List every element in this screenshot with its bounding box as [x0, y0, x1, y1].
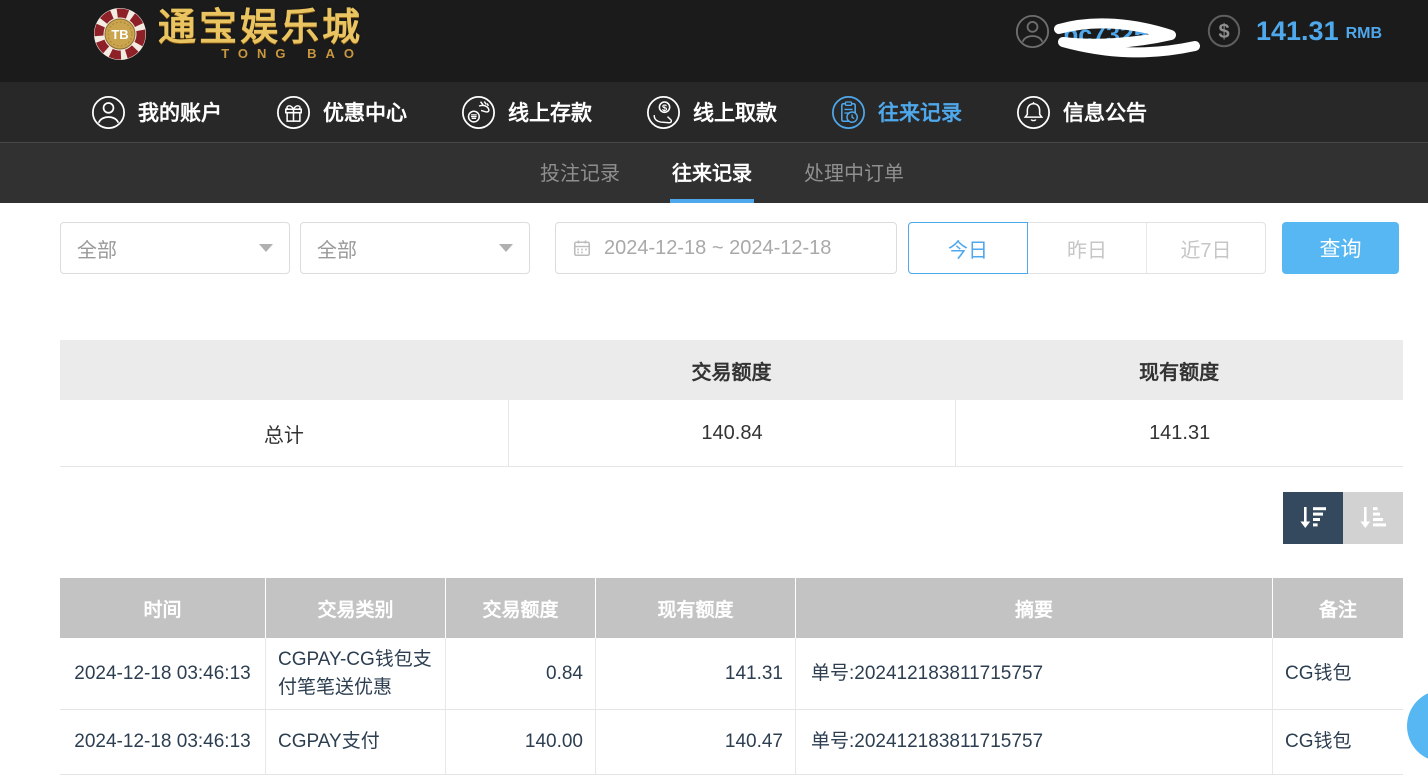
records-table-header: 时间 交易类别 交易额度 现有额度 摘要 备注 — [60, 578, 1403, 638]
table-row: 2024-12-18 03:46:13 CGPAY-CG钱包支付笔笔送优惠 0.… — [60, 638, 1403, 710]
summary-header-spacer — [60, 340, 508, 400]
category-select[interactable]: 全部 — [60, 222, 290, 274]
calendar-icon — [572, 238, 592, 258]
balance-currency: RMB — [1346, 25, 1382, 43]
balance-amount: 141.31 — [1256, 16, 1339, 47]
cell-type: CGPAY支付 — [265, 710, 445, 774]
subcategory-select[interactable]: 全部 — [300, 222, 530, 274]
nav-item-deposit[interactable]: 线上存款 — [460, 94, 592, 131]
summary-balance-total: 141.31 — [955, 400, 1403, 466]
cell-amount: 140.00 — [445, 710, 595, 774]
main-nav: 我的账户 优惠中心 线上存款 $ 线上取款 — [0, 82, 1428, 143]
nav-label: 线上取款 — [693, 97, 777, 127]
account-button[interactable]: bc7325 — [1014, 13, 1209, 65]
chevron-down-icon — [499, 244, 513, 252]
nav-item-withdraw[interactable]: $ 线上取款 — [645, 94, 777, 131]
site-logo[interactable]: TB 通宝娱乐城 TONG BAO — [92, 6, 363, 62]
nav-label: 信息公告 — [1063, 97, 1147, 127]
chip-monogram: TB — [111, 27, 128, 42]
summary-header-row: 交易额度 现有额度 — [60, 340, 1403, 400]
bell-icon — [1015, 94, 1052, 131]
chevron-down-icon — [259, 244, 273, 252]
cell-time: 2024-12-18 03:46:13 — [60, 710, 265, 774]
user-icon — [1014, 13, 1051, 50]
tab-pending-orders[interactable]: 处理中订单 — [802, 143, 906, 203]
balance-display: $ 141.31 RMB — [1206, 13, 1382, 49]
cell-balance: 141.31 — [595, 638, 795, 709]
summary-total-row: 总计 140.84 141.31 — [60, 400, 1403, 467]
summary-table: 交易额度 现有额度 总计 140.84 141.31 — [60, 340, 1403, 467]
records-icon — [830, 94, 867, 131]
content-area: 全部 全部 2024-12-18 ~ 2024-12-18 今日 昨日 近7日 … — [0, 203, 1428, 753]
tab-transaction-records[interactable]: 往来记录 — [670, 143, 754, 203]
cell-summary: 单号:202412183811715757 — [795, 638, 1272, 709]
quick-range-group: 今日 昨日 近7日 — [908, 222, 1266, 274]
tab-betting-records[interactable]: 投注记录 — [538, 143, 622, 203]
cell-amount: 0.84 — [445, 638, 595, 709]
svg-text:$: $ — [1218, 21, 1229, 43]
col-header-summary: 摘要 — [795, 578, 1272, 638]
cell-note: CG钱包 — [1272, 638, 1403, 709]
sort-descending-icon — [1296, 504, 1330, 532]
table-row: 2024-12-18 03:46:13 CGPAY支付 140.00 140.4… — [60, 710, 1403, 775]
gift-icon — [275, 94, 312, 131]
top-header: TB 通宝娱乐城 TONG BAO bc7325 $ 141.31 RMB — [0, 0, 1428, 82]
redaction-scribble — [1049, 11, 1209, 67]
nav-label: 线上存款 — [508, 97, 592, 127]
sort-controls — [1283, 492, 1403, 544]
user-icon — [90, 94, 127, 131]
summary-header-balance: 现有额度 — [955, 340, 1403, 400]
nav-item-my-account[interactable]: 我的账户 — [90, 94, 222, 131]
search-button[interactable]: 查询 — [1282, 222, 1399, 274]
yesterday-button[interactable]: 昨日 — [1028, 223, 1147, 273]
col-header-time: 时间 — [60, 578, 265, 638]
svg-text:$: $ — [662, 102, 668, 112]
col-header-balance: 现有额度 — [595, 578, 795, 638]
nav-label: 我的账户 — [138, 97, 222, 127]
cell-summary: 单号:202412183811715757 — [795, 710, 1272, 774]
site-title-latin: TONG BAO — [221, 46, 363, 61]
casino-chip-icon: TB — [92, 6, 148, 62]
summary-total-label: 总计 — [60, 400, 508, 466]
nav-label: 往来记录 — [878, 97, 962, 127]
cell-note: CG钱包 — [1272, 710, 1403, 774]
sort-ascending-icon — [1356, 504, 1390, 532]
record-subtabs: 投注记录 往来记录 处理中订单 — [0, 143, 1428, 203]
nav-item-transactions[interactable]: 往来记录 — [830, 94, 962, 131]
category-select-value: 全部 — [77, 234, 117, 263]
date-range-input[interactable]: 2024-12-18 ~ 2024-12-18 — [555, 222, 897, 274]
subcategory-select-value: 全部 — [317, 234, 357, 263]
cell-balance: 140.47 — [595, 710, 795, 774]
summary-transaction-total: 140.84 — [508, 400, 956, 466]
nav-item-promotions[interactable]: 优惠中心 — [275, 94, 407, 131]
summary-header-transaction: 交易额度 — [508, 340, 956, 400]
floating-service-button[interactable] — [1407, 690, 1428, 762]
nav-item-announcements[interactable]: 信息公告 — [1015, 94, 1147, 131]
col-header-type: 交易类别 — [265, 578, 445, 638]
nav-label: 优惠中心 — [323, 97, 407, 127]
col-header-amount: 交易额度 — [445, 578, 595, 638]
sort-ascending-button[interactable] — [1343, 492, 1403, 544]
cell-type: CGPAY-CG钱包支付笔笔送优惠 — [265, 638, 445, 709]
deposit-icon — [460, 94, 497, 131]
cell-time: 2024-12-18 03:46:13 — [60, 638, 265, 709]
withdraw-icon: $ — [645, 94, 682, 131]
date-range-value: 2024-12-18 ~ 2024-12-18 — [604, 237, 831, 260]
col-header-note: 备注 — [1272, 578, 1403, 638]
site-title: 通宝娱乐城 — [158, 7, 363, 51]
last-7-days-button[interactable]: 近7日 — [1147, 223, 1265, 273]
dollar-circle-icon: $ — [1206, 13, 1242, 49]
sort-descending-button[interactable] — [1283, 492, 1343, 544]
today-button[interactable]: 今日 — [908, 222, 1028, 274]
records-table: 时间 交易类别 交易额度 现有额度 摘要 备注 2024-12-18 03:46… — [60, 578, 1403, 775]
